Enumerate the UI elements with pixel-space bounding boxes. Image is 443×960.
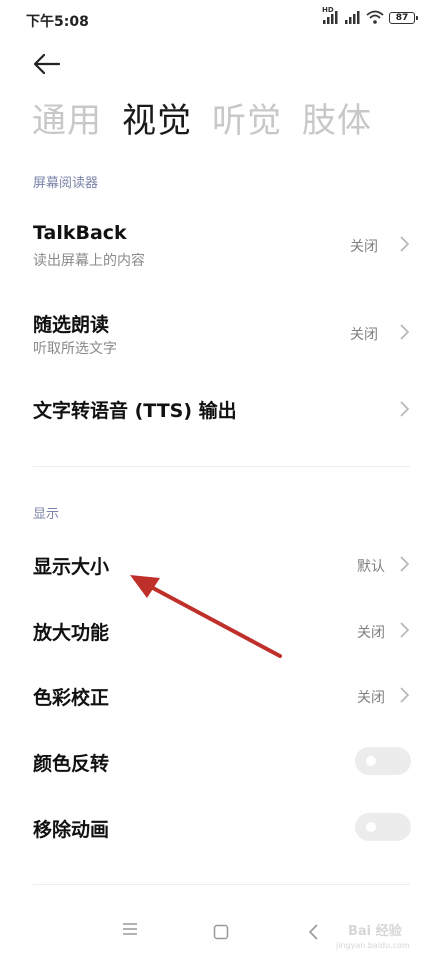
section-divider-bottom — [33, 884, 410, 885]
display-size-value: 默认 — [357, 559, 385, 575]
select-to-speak-value: 关闭 — [350, 327, 378, 343]
watermark-text: Bai 经验 — [348, 924, 402, 939]
select-to-speak-row[interactable]: 随选朗读 听取所选文字 关闭 — [0, 298, 443, 366]
wifi-icon — [366, 10, 384, 24]
toggle-knob — [366, 822, 376, 832]
select-to-speak-title: 随选朗读 — [33, 314, 110, 336]
talkback-subtitle: 读出屏幕上的内容 — [33, 253, 145, 269]
section-header-display: 显示 — [33, 507, 60, 522]
tts-output-title: 文字转语音 (TTS) 输出 — [33, 400, 237, 422]
talkback-value: 关闭 — [350, 239, 378, 255]
color-inversion-title: 颜色反转 — [33, 753, 110, 775]
toggle-knob — [366, 756, 376, 766]
chevron-right-icon — [400, 401, 410, 417]
chevron-right-icon — [400, 622, 410, 638]
home-square-icon[interactable] — [213, 924, 229, 940]
annotation-arrow — [130, 575, 282, 658]
nav-back-icon[interactable] — [307, 923, 319, 941]
color-inversion-toggle[interactable] — [355, 747, 411, 775]
talkback-title: TalkBack — [33, 222, 127, 244]
battery-indicator: 87 — [389, 12, 418, 24]
tab-vision[interactable]: 视觉 — [122, 98, 192, 144]
chevron-right-icon — [400, 687, 410, 703]
select-to-speak-subtitle: 听取所选文字 — [33, 341, 117, 357]
color-correction-title: 色彩校正 — [33, 687, 110, 709]
tab-physical[interactable]: 肢体 — [302, 98, 372, 144]
color-correction-row[interactable]: 色彩校正 关闭 — [0, 671, 443, 721]
section-header-screen-reader: 屏幕阅读器 — [33, 176, 99, 191]
tab-general[interactable]: 通用 — [32, 98, 102, 144]
cellular-signal-icon — [323, 11, 338, 24]
chevron-right-icon — [400, 556, 410, 572]
remove-animations-toggle[interactable] — [355, 813, 411, 841]
tab-hearing[interactable]: 听觉 — [212, 98, 282, 144]
remove-animations-row: 移除动画 — [0, 803, 443, 853]
tts-output-row[interactable]: 文字转语音 (TTS) 输出 — [0, 384, 443, 434]
chevron-right-icon — [400, 324, 410, 340]
chevron-right-icon — [400, 236, 410, 252]
menu-icon[interactable] — [122, 922, 138, 936]
display-size-title: 显示大小 — [33, 556, 110, 578]
magnification-value: 关闭 — [357, 625, 385, 641]
status-time: 下午5:08 — [26, 14, 89, 30]
remove-animations-title: 移除动画 — [33, 819, 110, 841]
color-inversion-row: 颜色反转 — [0, 737, 443, 787]
magnification-title: 放大功能 — [33, 622, 110, 644]
back-arrow-icon[interactable] — [30, 50, 64, 78]
talkback-row[interactable]: TalkBack 读出屏幕上的内容 关闭 — [0, 210, 443, 278]
section-divider — [33, 466, 410, 467]
watermark-url: jingyan.baidu.com — [336, 941, 410, 950]
color-correction-value: 关闭 — [357, 690, 385, 706]
cellular-signal-icon-2 — [345, 11, 360, 24]
